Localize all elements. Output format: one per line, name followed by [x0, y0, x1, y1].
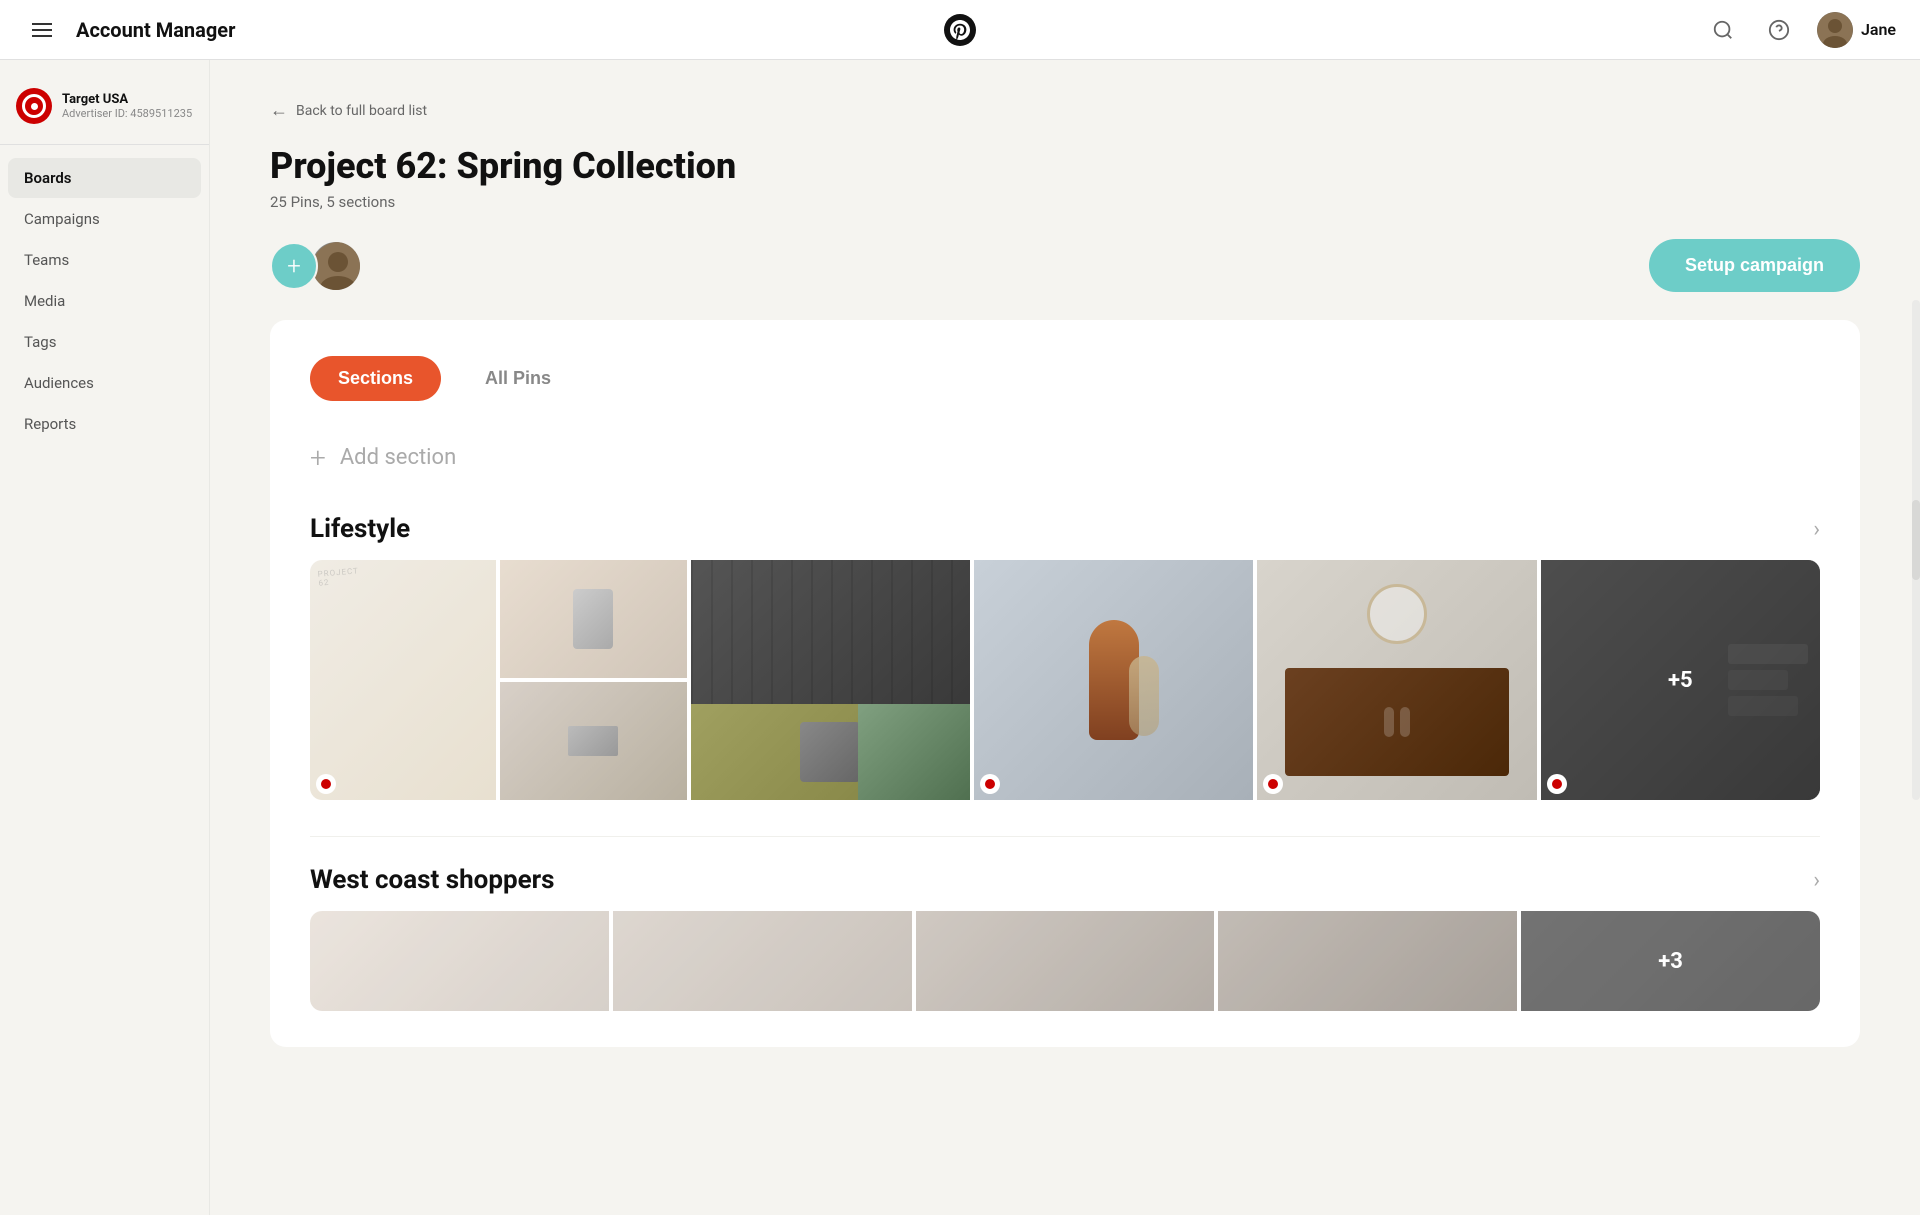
- help-button[interactable]: [1761, 12, 1797, 48]
- nav-center: [944, 14, 976, 46]
- advertiser-info: Target USA Advertiser ID: 4589511235: [62, 92, 192, 120]
- pin-badge-6: [1547, 774, 1567, 794]
- pin-cell-2-grid: [500, 560, 686, 800]
- pin-cell-2b[interactable]: [500, 682, 686, 800]
- setup-campaign-button[interactable]: Setup campaign: [1649, 239, 1860, 292]
- app-title: Account Manager: [76, 18, 235, 42]
- avatar-image: [1817, 12, 1853, 48]
- target-logo-dot: [31, 103, 38, 110]
- target-logo: [16, 88, 52, 124]
- lifestyle-section-title: Lifestyle: [310, 514, 410, 544]
- sidebar-item-boards[interactable]: Boards: [8, 158, 201, 198]
- hamburger-menu-button[interactable]: [24, 12, 60, 48]
- tabs-row: Sections All Pins: [310, 356, 1820, 401]
- lifestyle-image-grid: PROJECT62: [310, 560, 1820, 800]
- user-name: Jane: [1861, 20, 1896, 39]
- sidebar-item-reports[interactable]: Reports: [8, 404, 201, 444]
- help-icon: [1768, 19, 1790, 41]
- pin-cell-2a[interactable]: [500, 560, 686, 678]
- west-coast-more-overlay: +3: [1521, 911, 1820, 1011]
- pin-badge-1: [316, 774, 336, 794]
- main-layout: Target USA Advertiser ID: 4589511235 Boa…: [0, 0, 1920, 1215]
- hamburger-icon: [32, 23, 52, 37]
- west-coast-section-header: West coast shoppers ›: [310, 865, 1820, 895]
- pin-cell-6[interactable]: +5: [1541, 560, 1820, 800]
- sidebar: Target USA Advertiser ID: 4589511235 Boa…: [0, 60, 210, 1215]
- user-section[interactable]: Jane: [1817, 12, 1896, 48]
- search-button[interactable]: [1705, 12, 1741, 48]
- content-card: Sections All Pins + Add section Lifestyl…: [270, 320, 1860, 1047]
- pin-cell-4[interactable]: [974, 560, 1253, 800]
- lifestyle-section-chevron[interactable]: ›: [1813, 517, 1820, 542]
- target-logo-inner: [22, 94, 46, 118]
- sidebar-item-media[interactable]: Media: [8, 281, 201, 321]
- west-coast-pin-3[interactable]: [916, 911, 1215, 1011]
- more-pins-overlay: +5: [1541, 560, 1820, 800]
- page-title: Project 62: Spring Collection: [270, 145, 1860, 187]
- advertiser-name: Target USA: [62, 92, 192, 107]
- back-arrow-icon: ←: [270, 100, 288, 121]
- pin-badge-4: [980, 774, 1000, 794]
- pin-cell-1[interactable]: PROJECT62: [310, 560, 496, 800]
- sidebar-nav: Boards Campaigns Teams Media Tags Audien…: [0, 153, 209, 449]
- project-stamp-1: PROJECT62: [317, 566, 360, 588]
- user-avatar: [1817, 12, 1853, 48]
- nav-left: Account Manager: [24, 12, 235, 48]
- back-link-label: Back to full board list: [296, 103, 427, 119]
- pin-cell-3[interactable]: [691, 560, 970, 800]
- west-coast-image-grid: +3: [310, 911, 1820, 1011]
- scrollbar-thumb[interactable]: [1912, 500, 1920, 580]
- page-subtitle: 25 Pins, 5 sections: [270, 193, 1860, 211]
- sidebar-item-campaigns[interactable]: Campaigns: [8, 199, 201, 239]
- west-coast-pin-1[interactable]: [310, 911, 609, 1011]
- back-to-board-list-link[interactable]: ← Back to full board list: [270, 100, 1860, 121]
- page-scrollbar[interactable]: [1912, 300, 1920, 800]
- west-coast-section-title: West coast shoppers: [310, 865, 555, 895]
- add-collaborator-button[interactable]: +: [270, 242, 318, 290]
- pin-cell-5[interactable]: [1257, 560, 1536, 800]
- section-divider: [310, 836, 1820, 837]
- tab-sections[interactable]: Sections: [310, 356, 441, 401]
- west-coast-pin-5[interactable]: +3: [1521, 911, 1820, 1011]
- lifestyle-section-header: Lifestyle ›: [310, 514, 1820, 544]
- add-section-label: Add section: [340, 445, 456, 470]
- west-coast-pin-2[interactable]: [613, 911, 912, 1011]
- collaborators-list: +: [270, 240, 354, 292]
- plus-icon: +: [310, 441, 326, 474]
- main-content: ← Back to full board list Project 62: Sp…: [210, 60, 1920, 1215]
- west-coast-pin-4[interactable]: [1218, 911, 1517, 1011]
- advertiser-id: Advertiser ID: 4589511235: [62, 107, 192, 120]
- sidebar-item-teams[interactable]: Teams: [8, 240, 201, 280]
- collaborators-row: + Setup campaign: [270, 239, 1860, 292]
- pinterest-logo: [944, 14, 976, 46]
- nav-right: Jane: [1705, 12, 1896, 48]
- sidebar-advertiser[interactable]: Target USA Advertiser ID: 4589511235: [0, 76, 209, 145]
- sidebar-item-audiences[interactable]: Audiences: [8, 363, 201, 403]
- pin-badge-5: [1263, 774, 1283, 794]
- sidebar-item-tags[interactable]: Tags: [8, 322, 201, 362]
- west-coast-section-chevron[interactable]: ›: [1813, 868, 1820, 893]
- search-icon: [1712, 19, 1734, 41]
- top-navigation: Account Manager: [0, 0, 1920, 60]
- tab-all-pins[interactable]: All Pins: [457, 356, 579, 401]
- pinterest-logo-svg: [950, 20, 970, 40]
- page-header: Project 62: Spring Collection 25 Pins, 5…: [270, 145, 1860, 211]
- add-section-row[interactable]: + Add section: [310, 433, 1820, 482]
- collaborator-avatar-image: [312, 242, 362, 292]
